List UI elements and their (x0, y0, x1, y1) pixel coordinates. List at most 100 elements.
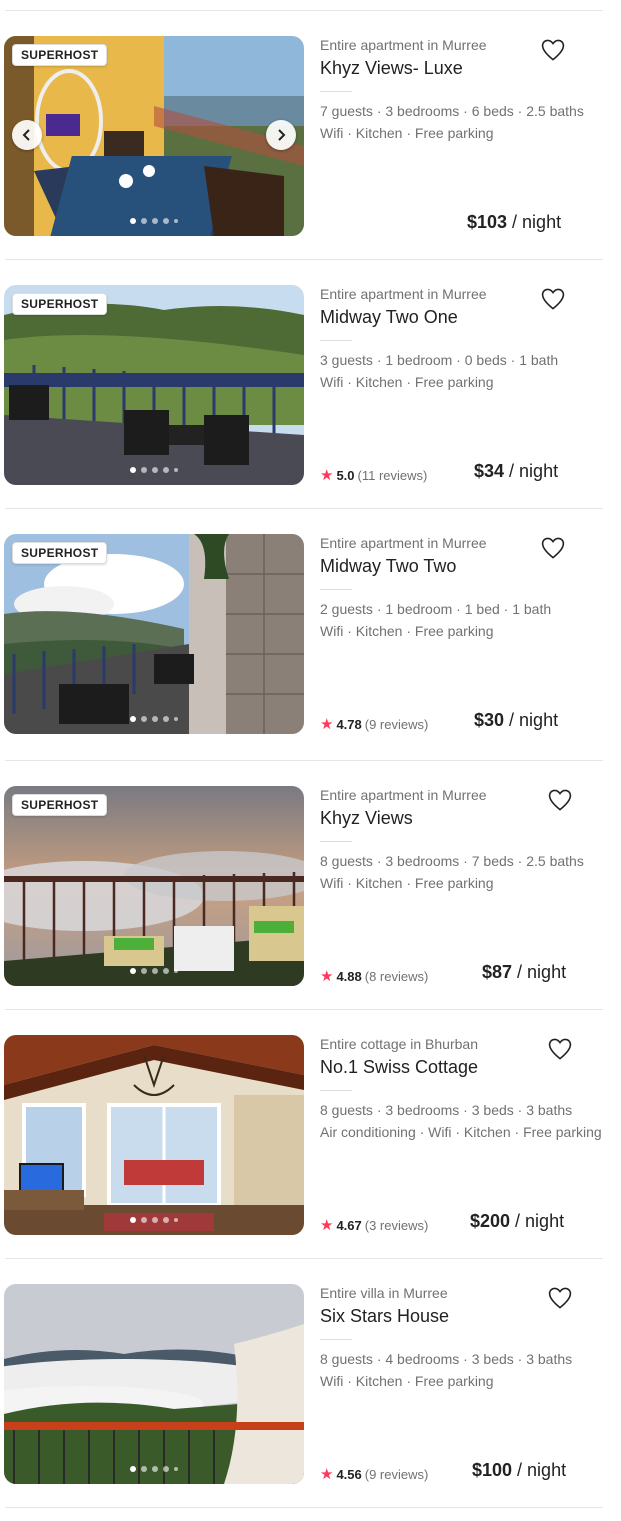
listing-card[interactable]: SUPERHOST Entire apartment in Murree Khy… (0, 36, 621, 236)
mountain-view-photo (4, 534, 304, 734)
listing-type: Entire apartment in Murree (320, 535, 487, 551)
wishlist-button[interactable] (546, 1035, 574, 1063)
listing-photo[interactable]: SUPERHOST (4, 534, 304, 734)
wishlist-button[interactable] (546, 786, 574, 814)
next-photo-button[interactable] (266, 120, 296, 150)
price-amount: $30 (474, 710, 505, 730)
photo-dot (141, 467, 147, 473)
listing-rating: ★ 4.56 (9 reviews) (320, 1467, 428, 1482)
photo-dot (141, 1466, 147, 1472)
superhost-badge: SUPERHOST (12, 44, 108, 66)
divider (320, 1339, 352, 1340)
photo-dot (130, 1466, 136, 1472)
photo-dot (163, 1466, 169, 1472)
divider (5, 259, 603, 260)
listing-type: Entire apartment in Murree (320, 37, 487, 53)
listing-title[interactable]: Khyz Views- Luxe (320, 58, 463, 79)
superhost-badge: SUPERHOST (12, 293, 108, 315)
listing-card[interactable]: SUPERHOST Entire apartment in Murree Mid… (0, 534, 621, 734)
listing-photo[interactable] (4, 1035, 304, 1235)
photo-pagination (4, 1466, 304, 1472)
listing-details: 8 guests · 3 bedrooms · 7 beds · 2.5 bat… (320, 853, 584, 869)
rating-score: 4.88 (336, 969, 362, 984)
photo-dot (141, 968, 147, 974)
listing-photo[interactable]: SUPERHOST (4, 786, 304, 986)
photo-dot (163, 716, 169, 722)
listing-amenities: Wifi · Kitchen · Free parking (320, 623, 494, 639)
star-icon: ★ (320, 716, 334, 733)
heart-icon (548, 1287, 572, 1309)
heart-icon (541, 537, 565, 559)
listing-card[interactable]: SUPERHOST Entire apartment in Murree Khy… (0, 786, 621, 986)
listing-amenities: Wifi · Kitchen · Free parking (320, 125, 494, 141)
price-unit: / night (504, 710, 559, 730)
review-count: (9 reviews) (364, 717, 429, 732)
price-unit: / night (504, 461, 559, 481)
listing-type: Entire apartment in Murree (320, 787, 487, 803)
listing-rating: ★ 4.88 (8 reviews) (320, 969, 428, 984)
price-amount: $200 (470, 1211, 511, 1231)
review-count: (3 reviews) (364, 1218, 429, 1233)
price-amount: $34 (474, 461, 505, 481)
previous-photo-button[interactable] (12, 120, 42, 150)
listing-type: Entire cottage in Bhurban (320, 1036, 478, 1052)
wishlist-button[interactable] (546, 1284, 574, 1312)
listing-amenities: Wifi · Kitchen · Free parking (320, 1373, 494, 1389)
listing-price: $100 / night (472, 1460, 566, 1481)
photo-dot (141, 1217, 147, 1223)
listing-photo[interactable]: SUPERHOST (4, 285, 304, 485)
listing-amenities: Wifi · Kitchen · Free parking (320, 875, 494, 891)
chevron-right-icon (278, 129, 286, 141)
cottage-interior-photo (4, 1035, 304, 1235)
price-unit: / night (507, 212, 562, 232)
photo-dot (163, 218, 169, 224)
photo-dot (141, 716, 147, 722)
photo-dot (152, 968, 158, 974)
divider (5, 1009, 603, 1010)
photo-pagination (4, 467, 304, 473)
divider (320, 589, 352, 590)
listing-type: Entire villa in Murree (320, 1285, 448, 1301)
photo-pagination (4, 716, 304, 722)
rating-score: 5.0 (336, 468, 355, 483)
wishlist-button[interactable] (539, 36, 567, 64)
photo-dot (174, 1467, 178, 1471)
photo-dot (174, 468, 178, 472)
price-unit: / night (512, 962, 567, 982)
listing-photo[interactable] (4, 1284, 304, 1484)
photo-dot (152, 218, 158, 224)
heart-icon (548, 1038, 572, 1060)
price-amount: $87 (482, 962, 513, 982)
divider (5, 10, 603, 11)
wishlist-button[interactable] (539, 285, 567, 313)
listing-photo[interactable]: SUPERHOST (4, 36, 304, 236)
listing-rating: ★ 5.0 (11 reviews) (320, 468, 427, 483)
photo-dot (152, 467, 158, 473)
divider (5, 508, 603, 509)
photo-dot (163, 968, 169, 974)
listing-title[interactable]: Midway Two Two (320, 556, 456, 577)
listing-card[interactable]: Entire villa in Murree Six Stars House 8… (0, 1284, 621, 1484)
wishlist-button[interactable] (539, 534, 567, 562)
listing-price: $103 / night (467, 212, 561, 233)
review-count: (8 reviews) (364, 969, 429, 984)
sunset-balcony-photo (4, 786, 304, 986)
listing-details: 3 guests · 1 bedroom · 0 beds · 1 bath (320, 352, 559, 368)
rating-score: 4.67 (336, 1218, 362, 1233)
balcony-photo (4, 36, 304, 236)
listing-price: $87 / night (482, 962, 566, 983)
listing-card[interactable]: Entire cottage in Bhurban No.1 Swiss Cot… (0, 1035, 621, 1235)
listing-title[interactable]: No.1 Swiss Cottage (320, 1057, 478, 1078)
listing-title[interactable]: Midway Two One (320, 307, 458, 328)
chevron-left-icon (22, 129, 30, 141)
listing-title[interactable]: Khyz Views (320, 808, 413, 829)
listing-info: Entire villa in Murree Six Stars House 8… (320, 1284, 610, 1484)
heart-icon (541, 39, 565, 61)
listing-info: Entire cottage in Bhurban No.1 Swiss Cot… (320, 1035, 610, 1235)
listing-title[interactable]: Six Stars House (320, 1306, 449, 1327)
star-icon: ★ (320, 1466, 334, 1483)
divider (5, 1258, 603, 1259)
review-count: (9 reviews) (364, 1467, 429, 1482)
listing-info: Entire apartment in Murree Khyz Views- L… (320, 36, 610, 236)
listing-card[interactable]: SUPERHOST Entire apartment in Murree Mid… (0, 285, 621, 485)
